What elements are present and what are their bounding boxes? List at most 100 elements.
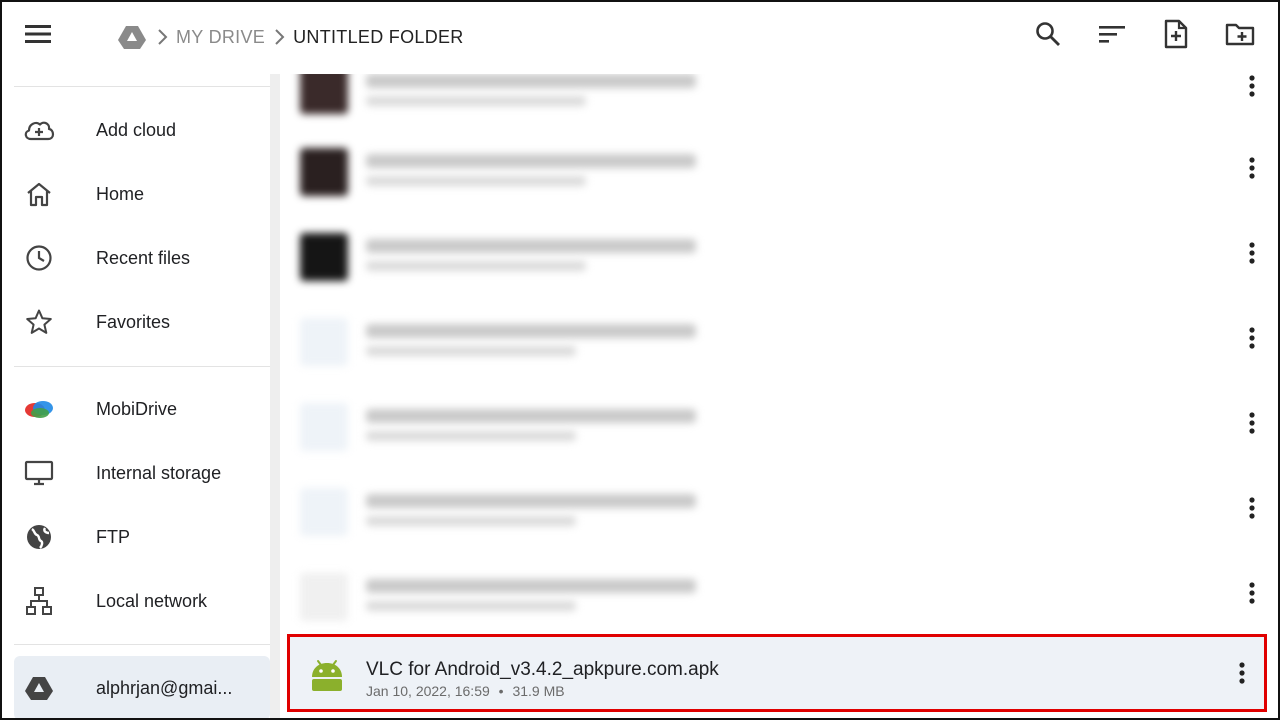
mobidrive-icon [25,401,53,418]
more-vert-icon [1249,497,1255,519]
sidebar-item-label: Add cloud [96,119,177,140]
sidebar-item-local-network[interactable]: Local network [14,573,270,629]
sidebar-item-internal-storage[interactable]: Internal storage [14,445,270,501]
blurred-file-meta [366,601,576,611]
blurred-file-meta [366,516,576,526]
breadcrumb-current-folder[interactable]: UNTITLED FOLDER [293,27,464,48]
blurred-file-name [366,409,696,423]
chevron-right-icon [148,23,176,51]
list-item[interactable] [282,215,1278,299]
more-vert-icon [1249,327,1255,349]
breadcrumb-my-drive[interactable]: MY DRIVE [176,27,265,48]
sidebar-divider [14,644,270,645]
new-folder-button[interactable] [1220,14,1260,54]
sidebar-item-label: Recent files [96,247,191,268]
sidebar-item-add-cloud[interactable]: Add cloud [14,102,270,158]
menu-icon [25,25,51,43]
toolbar-actions [1028,14,1260,54]
blurred-file-name [366,494,696,508]
more-options-button[interactable] [1238,488,1266,528]
list-item[interactable] [282,300,1278,384]
sidebar-item-label: Home [96,183,145,204]
file-thumbnail [300,148,348,196]
new-file-icon [1164,19,1188,49]
file-thumbnail [300,233,348,281]
blurred-file-meta [366,96,586,106]
file-thumbnail [300,573,348,621]
breadcrumb-root[interactable] [116,21,148,53]
sidebar-item-ftp[interactable]: FTP [14,509,270,565]
sort-button[interactable] [1092,14,1132,54]
more-options-button[interactable] [1238,148,1266,188]
more-options-button[interactable] [1238,318,1266,358]
more-vert-icon [1249,157,1255,179]
blurred-file-name [366,74,696,88]
file-name: VLC for Android_v3.4.2_apkpure.com.apk [366,659,719,680]
new-file-button[interactable] [1156,14,1196,54]
star-icon [26,309,52,334]
sidebar-item-google-account[interactable]: alphrjan@gmai... [14,656,270,720]
cloud-add-icon [24,121,55,141]
new-folder-icon [1225,23,1255,46]
network-icon [26,587,52,615]
file-meta: Jan 10, 2022, 16:59 • 31.9 MB [366,683,565,699]
list-item[interactable] [282,555,1278,639]
more-vert-icon [1249,75,1255,97]
file-thumbnail [300,318,348,366]
chevron-right-icon [265,23,293,51]
more-options-button[interactable] [1238,403,1266,443]
sidebar-divider [14,366,270,367]
navigation-drawer: Add cloud Home Recent files Favorites Mo… [2,74,278,720]
list-item[interactable] [282,130,1278,214]
apk-file-icon [308,655,346,693]
breadcrumb: MY DRIVE UNTITLED FOLDER [116,20,464,54]
meta-separator: • [498,683,504,699]
sidebar-item-recent-files[interactable]: Recent files [14,230,270,286]
monitor-icon [24,460,54,486]
blurred-file-meta [366,176,586,186]
drive-icon [118,26,146,49]
more-vert-icon [1249,582,1255,604]
blurred-file-name [366,239,696,253]
blurred-file-name [366,324,696,338]
sidebar-item-label: Favorites [96,311,171,332]
top-app-bar: MY DRIVE UNTITLED FOLDER [0,0,1280,74]
sidebar-item-label: Local network [96,590,208,611]
sidebar-item-label: Internal storage [96,462,222,483]
sort-icon [1099,26,1125,43]
file-thumbnail [300,488,348,536]
blurred-file-meta [366,431,576,441]
sidebar-item-label: alphrjan@gmai... [96,677,233,698]
file-thumbnail [300,403,348,451]
more-options-button[interactable] [1228,653,1256,693]
menu-button[interactable] [20,16,56,52]
clock-icon [26,245,52,271]
blurred-file-name [366,154,696,168]
home-icon [27,182,51,207]
more-vert-icon [1249,242,1255,264]
more-vert-icon [1239,662,1245,684]
sidebar-scrollbar[interactable] [270,74,280,718]
sidebar-item-label: FTP [96,526,130,547]
sidebar-item-label: MobiDrive [96,398,178,419]
blurred-file-meta [366,261,586,271]
search-icon [1036,22,1060,46]
file-list [282,66,1278,718]
search-button[interactable] [1028,14,1068,54]
blurred-file-meta [366,346,576,356]
sidebar-divider [14,86,270,87]
list-item[interactable] [282,470,1278,554]
more-options-button[interactable] [1238,573,1266,613]
blurred-file-name [366,579,696,593]
sidebar-item-favorites[interactable]: Favorites [14,294,270,350]
file-date: Jan 10, 2022, 16:59 [366,683,490,699]
drive-icon [25,677,53,700]
android-icon [312,660,342,691]
sidebar-item-home[interactable]: Home [14,166,270,222]
more-vert-icon [1249,412,1255,434]
file-item-selected-apk[interactable]: VLC for Android_v3.4.2_apkpure.com.apk J… [287,634,1267,712]
list-item[interactable] [282,385,1278,469]
more-options-button[interactable] [1238,233,1266,273]
globe-icon [27,525,51,549]
sidebar-item-mobidrive[interactable]: MobiDrive [14,381,270,437]
